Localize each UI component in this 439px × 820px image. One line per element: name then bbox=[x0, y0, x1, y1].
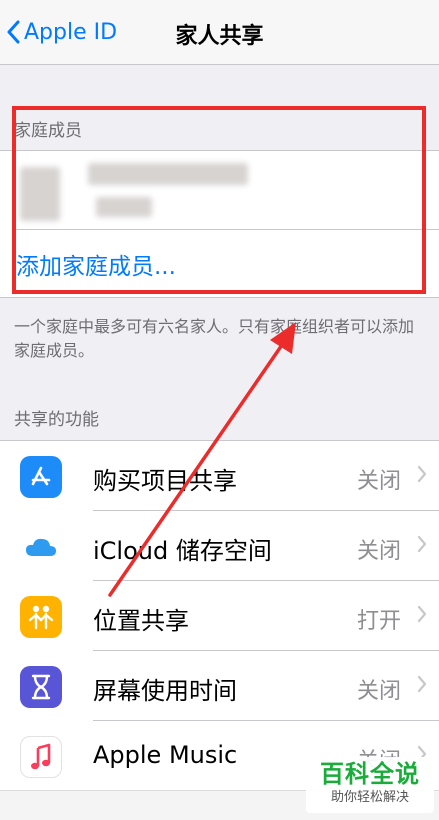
feature-label: 购买项目共享 bbox=[93, 467, 237, 495]
shared-features-group: 购买项目共享 关闭 iCloud 储存空间 关闭 位置共享 打开 屏幕使用时间 … bbox=[0, 440, 439, 791]
shared-features-header: 共享的功能 bbox=[14, 410, 99, 430]
navigation-bar: Apple ID 家人共享 bbox=[0, 0, 439, 65]
feature-status: 关闭 bbox=[356, 469, 401, 494]
row-separator bbox=[16, 229, 439, 230]
feature-row-purchase-sharing[interactable]: 购买项目共享 关闭 bbox=[0, 441, 439, 511]
feature-label: iCloud 储存空间 bbox=[93, 537, 272, 565]
watermark-title: 百科全说 bbox=[320, 760, 420, 788]
feature-row-icloud-storage[interactable]: iCloud 储存空间 关闭 bbox=[0, 511, 439, 581]
find-my-people-icon bbox=[20, 596, 62, 638]
member-avatar-redacted bbox=[20, 167, 60, 221]
chevron-right-icon bbox=[417, 465, 427, 483]
family-footnote: 一个家庭中最多可有六名家人。只有家庭组织者可以添加家庭成员。 bbox=[14, 317, 415, 360]
chevron-right-icon bbox=[417, 605, 427, 623]
music-note-icon bbox=[20, 736, 62, 778]
member-name-redacted bbox=[88, 163, 248, 185]
feature-label: 屏幕使用时间 bbox=[93, 677, 237, 705]
app-store-icon bbox=[20, 456, 62, 498]
feature-status: 打开 bbox=[356, 609, 401, 634]
feature-label: Apple Music bbox=[93, 741, 238, 769]
add-family-member-link[interactable]: 添加家庭成员... bbox=[16, 247, 176, 281]
member-detail-redacted bbox=[96, 197, 152, 217]
feature-status: 关闭 bbox=[356, 679, 401, 704]
page-title: 家人共享 bbox=[175, 24, 264, 49]
hourglass-icon bbox=[20, 666, 62, 708]
chevron-right-icon bbox=[417, 675, 427, 693]
icloud-icon bbox=[20, 526, 62, 568]
family-member-row[interactable] bbox=[0, 151, 439, 229]
family-members-group: 添加家庭成员... bbox=[0, 150, 439, 298]
family-members-header: 家庭成员 bbox=[14, 121, 82, 141]
watermark-subtitle: 助你轻松解决 bbox=[330, 790, 409, 805]
feature-status: 关闭 bbox=[356, 539, 401, 564]
feature-row-screen-time[interactable]: 屏幕使用时间 关闭 bbox=[0, 651, 439, 721]
watermark-badge: 百科全说 助你轻松解决 bbox=[306, 757, 434, 813]
feature-label: 位置共享 bbox=[93, 607, 189, 635]
chevron-right-icon bbox=[417, 535, 427, 553]
feature-row-location-sharing[interactable]: 位置共享 打开 bbox=[0, 581, 439, 651]
